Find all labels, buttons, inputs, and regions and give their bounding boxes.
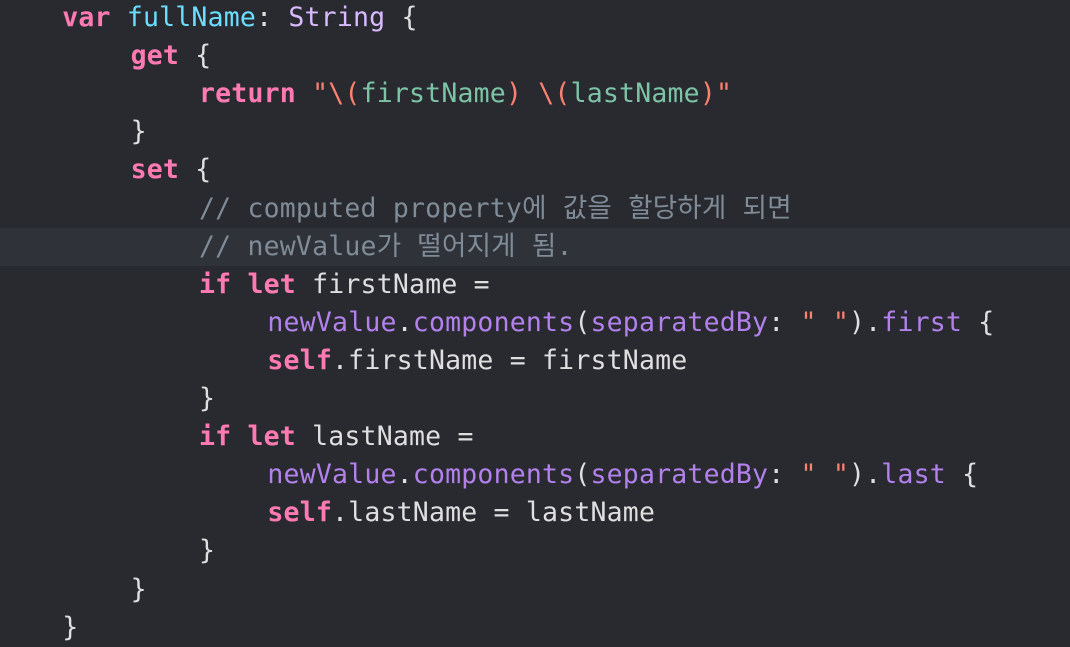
code-line[interactable]: } [0, 532, 1070, 570]
code-token: "\( [312, 78, 361, 110]
code-token: ). [848, 459, 882, 491]
code-line[interactable]: get { [0, 37, 1070, 75]
code-line[interactable]: if let lastName = [0, 418, 1070, 456]
code-token: newValue [267, 306, 397, 338]
code-line[interactable]: } [0, 609, 1070, 647]
code-line-content: get { [131, 37, 212, 75]
code-token: newValue [267, 459, 397, 491]
code-token: : [768, 459, 801, 491]
code-line-content: } [62, 609, 78, 647]
code-line-content: newValue.components(separatedBy: " ").fi… [267, 304, 994, 342]
code-line[interactable]: self.firstName = firstName [0, 342, 1070, 380]
code-token: self [267, 344, 333, 376]
code-line-content: var fullName: String { [62, 0, 417, 37]
code-token: let [247, 421, 296, 453]
code-token: . [396, 306, 413, 338]
code-line[interactable]: return "\(firstName) \(lastName)" [0, 75, 1070, 113]
code-line-content: return "\(firstName) \(lastName)" [199, 75, 732, 113]
code-token: separatedBy [590, 306, 769, 338]
code-token: : [256, 2, 289, 33]
code-token: } [199, 383, 216, 414]
code-line[interactable]: self.lastName = lastName [0, 494, 1070, 532]
code-token: return [199, 78, 296, 110]
code-token: { [179, 40, 212, 72]
code-token: } [62, 611, 79, 643]
code-token: )" [699, 78, 733, 110]
code-line[interactable]: var fullName: String { [0, 0, 1070, 37]
code-token: if [199, 268, 232, 300]
code-line-content: if let lastName = [199, 418, 474, 456]
code-token: } [199, 535, 216, 567]
code-line-content: set { [131, 151, 212, 189]
code-token: var [62, 2, 111, 33]
code-token: " " [800, 306, 849, 338]
code-token: first [881, 306, 963, 338]
code-token: last [881, 459, 946, 491]
code-token: firstName = [295, 268, 490, 300]
code-token: { [179, 154, 212, 186]
code-line[interactable]: } [0, 571, 1070, 609]
code-token: { [962, 306, 995, 338]
code-line-content: if let firstName = [199, 266, 490, 304]
code-token: ) \( [505, 78, 571, 110]
code-token: ( [574, 459, 591, 491]
code-token: separatedBy [590, 459, 769, 491]
code-line[interactable]: newValue.components(separatedBy: " ").la… [0, 456, 1070, 494]
code-token: lastName [570, 78, 700, 110]
code-token: .firstName = firstName [332, 344, 688, 376]
code-line-content: // computed property에 값을 할당하게 되면 [199, 190, 792, 228]
code-token: if [199, 421, 232, 453]
code-token: ( [574, 306, 591, 338]
code-line-content: } [199, 532, 215, 570]
code-token: } [130, 573, 147, 605]
code-line[interactable]: } [0, 380, 1070, 418]
code-line-content: newValue.components(separatedBy: " ").la… [267, 456, 978, 494]
code-token: . [396, 459, 413, 491]
code-token: // newValue가 떨어지게 됨. [199, 230, 573, 262]
code-token: set [130, 154, 180, 186]
code-token: components [412, 459, 575, 491]
code-line-content: // newValue가 떨어지게 됨. [199, 228, 573, 266]
code-token: firstName [360, 78, 506, 110]
code-token: ). [848, 306, 882, 338]
code-line[interactable]: // computed property에 값을 할당하게 되면 [0, 190, 1070, 228]
code-token: components [412, 306, 575, 338]
code-line-content: self.firstName = firstName [267, 342, 687, 380]
code-token: } [130, 116, 147, 148]
code-token: lastName = [295, 421, 474, 453]
code-token: { [385, 2, 418, 33]
code-line[interactable]: } [0, 113, 1070, 151]
code-line-content: } [199, 380, 215, 418]
code-line[interactable]: newValue.components(separatedBy: " ").fi… [0, 304, 1070, 342]
code-token: self [267, 497, 333, 529]
code-token: " " [800, 459, 849, 491]
code-token: .lastName = lastName [332, 497, 656, 529]
code-line[interactable]: if let firstName = [0, 266, 1070, 304]
code-editor[interactable]: var fullName: String {get {return "\(fir… [0, 0, 1070, 643]
code-line-content: self.lastName = lastName [267, 494, 655, 532]
code-token: // computed property에 값을 할당하게 되면 [199, 192, 792, 224]
code-line[interactable]: set { [0, 151, 1070, 189]
code-token: : [768, 306, 801, 338]
code-token: get [130, 40, 180, 72]
code-token: String [288, 2, 386, 33]
code-token: { [945, 459, 979, 491]
code-token: fullName [126, 2, 257, 33]
code-line[interactable]: // newValue가 떨어지게 됨. [0, 227, 1070, 266]
code-line-content: } [131, 571, 147, 609]
code-token: let [247, 268, 296, 300]
code-line-content: } [131, 113, 147, 151]
